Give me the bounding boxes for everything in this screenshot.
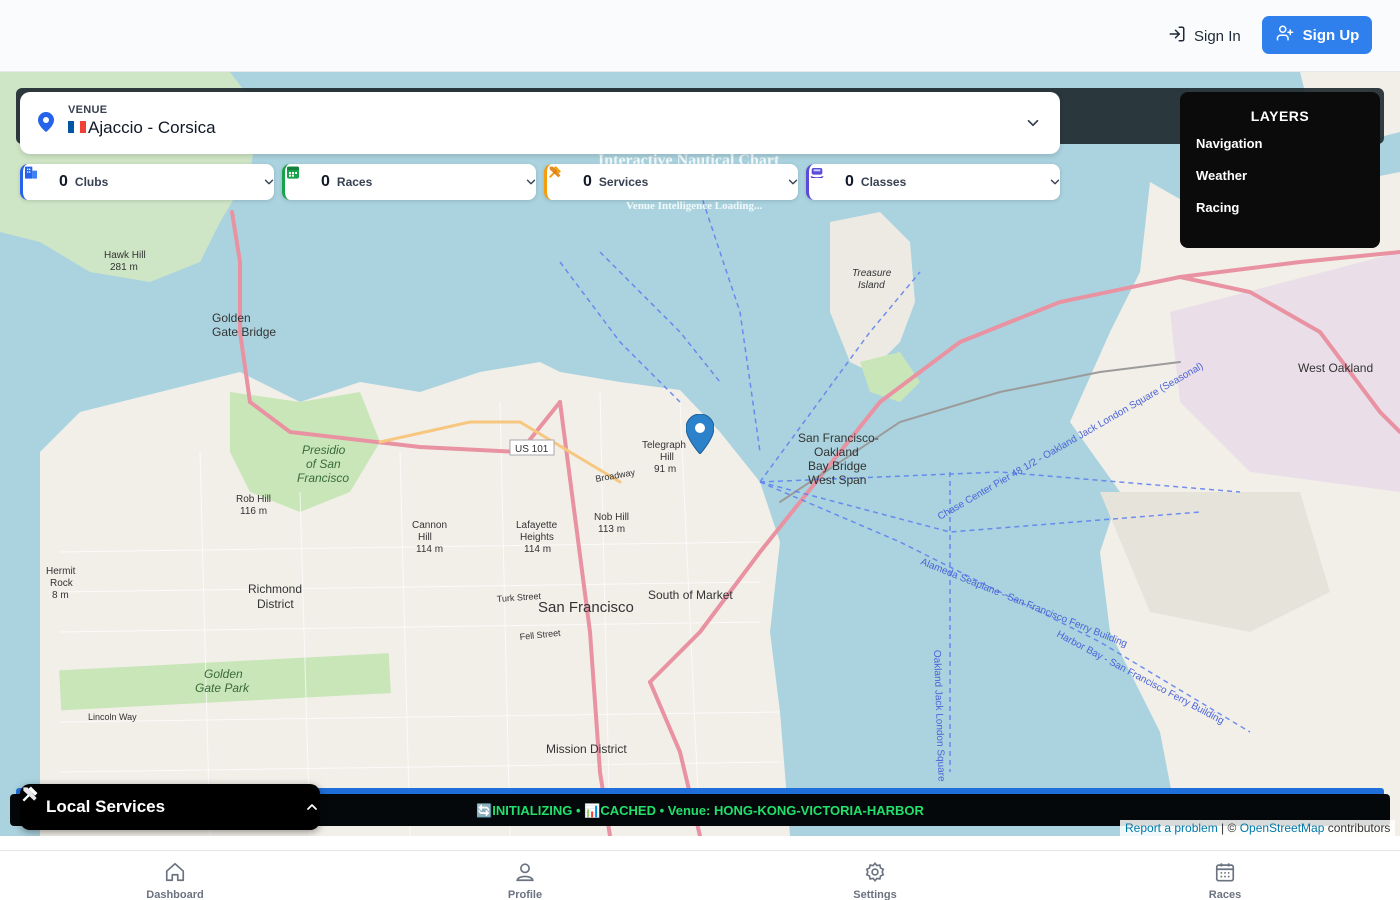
classes-label: Classes [860, 175, 907, 189]
map-label-hawk-hill-1: Hawk Hill [104, 250, 146, 261]
map-label-ggp-1: Golden [204, 667, 243, 681]
map-label-cannon-2: Hill [418, 532, 432, 543]
nav-settings[interactable]: Settings [825, 861, 925, 900]
layer-navigation[interactable]: Navigation [1196, 136, 1262, 151]
nav-races[interactable]: Races [1175, 861, 1275, 900]
attribution-contributors: contributors [1324, 821, 1391, 835]
map-label-lafayette-1: Lafayette [516, 520, 558, 531]
map-label-bay-bridge-3: Bay Bridge [808, 459, 867, 473]
map-label-golden-gate-2: Gate Bridge [212, 325, 276, 339]
gear-icon [863, 861, 887, 886]
top-bar: Sign In Sign Up [0, 0, 1400, 72]
calendar-icon [287, 166, 313, 190]
map-label-telegraph-3: 91 m [654, 464, 676, 475]
sailboat-icon [810, 168, 837, 190]
map-label-bay-bridge-2: Oakland [814, 445, 859, 459]
map-label-treasure-island-2: Island [858, 280, 885, 291]
map-label-telegraph-1: Telegraph [642, 440, 686, 451]
nav-profile-label: Profile [507, 889, 543, 900]
france-flag-icon [68, 121, 86, 133]
map-label-ggp-2: Gate Park [195, 681, 250, 695]
map-label-presidio-1: Presidio [302, 443, 346, 457]
sign-in-button[interactable]: Sign In [1160, 18, 1249, 54]
classes-filter[interactable]: 0 Classes [806, 164, 1060, 200]
building-icon [25, 166, 51, 190]
nav-settings-label: Settings [853, 889, 897, 900]
clubs-count: 0 [59, 173, 68, 190]
layer-weather[interactable]: Weather [1196, 168, 1247, 183]
map-label-us101: US 101 [515, 444, 549, 455]
services-filter[interactable]: 0 Services [544, 164, 798, 200]
venue-label: VENUE [68, 104, 108, 116]
races-filter[interactable]: 0 Races [282, 164, 536, 200]
map-label-richmond-2: District [257, 597, 294, 611]
map-label-rob-hill-1: Rob Hill [236, 494, 271, 505]
map-label-golden-gate-1: Golden [212, 311, 251, 325]
services-count: 0 [583, 173, 592, 190]
map-label-lafayette-2: Heights [520, 532, 554, 543]
sign-up-label: Sign Up [1302, 26, 1360, 44]
map-label-bay-bridge-4: West Span [808, 473, 866, 487]
races-count: 0 [321, 173, 330, 190]
map-label-cannon-3: 114 m [416, 544, 443, 555]
login-icon [1168, 25, 1186, 47]
calendar-icon [1213, 861, 1237, 886]
nav-dashboard[interactable]: Dashboard [125, 861, 225, 900]
venue-selector[interactable]: VENUE Ajaccio - Corsica [20, 92, 1060, 154]
map-label-presidio-3: Francisco [297, 471, 349, 485]
map-label-bay-bridge-1: San Francisco- [798, 431, 879, 445]
map-label-rob-hill-2: 116 m [240, 506, 267, 517]
nav-dashboard-label: Dashboard [146, 889, 204, 900]
sign-in-label: Sign In [1194, 27, 1241, 45]
map-label-presidio-2: of San [306, 457, 341, 471]
layer-racing[interactable]: Racing [1196, 200, 1239, 215]
map-label-san-francisco: San Francisco [538, 599, 634, 616]
map-label-telegraph-2: Hill [660, 452, 674, 463]
home-icon [163, 861, 187, 886]
venue-value: Ajaccio - Corsica [88, 118, 216, 137]
layers-panel: LAYERS Navigation Weather Racing [1180, 92, 1380, 248]
local-services-toggle[interactable]: Local Services [20, 784, 320, 830]
nav-races-label: Races [1208, 889, 1242, 900]
report-problem-link[interactable]: Report a problem [1125, 821, 1218, 835]
attribution-separator: | © [1217, 821, 1240, 835]
clubs-label: Clubs [74, 175, 109, 189]
map-label-lincoln-way: Lincoln Way [88, 712, 137, 722]
map-label-south-of-market: South of Market [648, 588, 733, 602]
map-label-west-oakland: West Oakland [1298, 361, 1373, 375]
map-label-nob-hill-1: Nob Hill [594, 512, 629, 523]
map-label-cannon-1: Cannon [412, 520, 447, 531]
nav-profile[interactable]: Profile [475, 861, 575, 900]
map-label-hermit-3: 8 m [52, 590, 69, 601]
map-label-lafayette-3: 114 m [524, 544, 551, 555]
tools-icon [549, 166, 575, 190]
bottom-navigation: Dashboard Profile Settings Races [0, 850, 1400, 900]
map-label-treasure-island-1: Treasure [852, 268, 892, 279]
clubs-filter[interactable]: 0 Clubs [20, 164, 274, 200]
nautical-map[interactable]: Golden Gate Bridge San Francisco South o… [0, 72, 1400, 836]
map-label-mission-district: Mission District [546, 742, 627, 756]
map-attribution: Report a problem | © OpenStreetMap contr… [1120, 820, 1396, 836]
sign-up-button[interactable]: Sign Up [1262, 16, 1372, 54]
openstreetmap-link[interactable]: OpenStreetMap [1240, 821, 1325, 835]
services-label: Services [598, 175, 649, 189]
map-label-hermit-2: Rock [50, 578, 74, 589]
map-label-hawk-hill-2: 281 m [110, 262, 138, 273]
chart-overlay-subtitle: Venue Intelligence Loading... [626, 200, 763, 212]
races-label: Races [336, 175, 373, 189]
user-icon [513, 861, 537, 886]
map-label-hermit-1: Hermit [46, 566, 76, 577]
user-plus-icon [1275, 24, 1295, 46]
layers-title: LAYERS [1250, 108, 1310, 124]
local-services-title: Local Services [46, 797, 166, 816]
map-label-nob-hill-2: 113 m [598, 524, 625, 535]
map-label-richmond-1: Richmond [248, 582, 302, 596]
classes-count: 0 [845, 173, 854, 190]
map-label-ferry-4: Oakland Jack London Square [931, 650, 947, 782]
